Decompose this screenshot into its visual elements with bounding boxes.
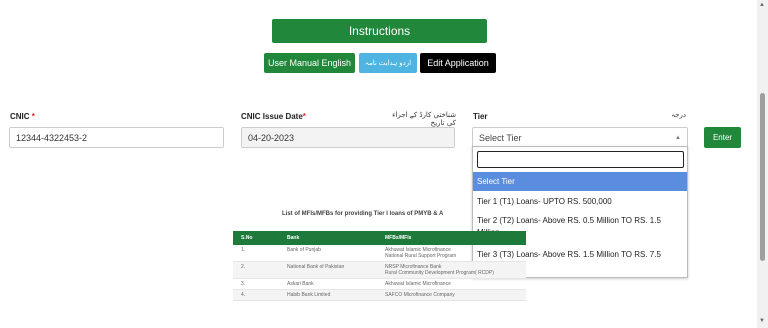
user-manual-urdu-button[interactable]: اردو ہدایت نامہ	[359, 53, 417, 73]
dropdown-search-input[interactable]	[477, 151, 684, 168]
table-cell: Askari Bank	[279, 278, 377, 290]
edit-application-button[interactable]: Edit Application	[420, 53, 496, 73]
column-header-sno: S.No	[233, 231, 279, 245]
required-asterisk: *	[29, 112, 35, 121]
table-row: 3. Askari Bank Akhuwat Islamic Microfina…	[233, 278, 526, 290]
table-cell: National Bank of Pakistan	[279, 261, 377, 279]
table-row: 1. Bank of Punjab Akhuwat Islamic Microf…	[233, 245, 526, 262]
cnic-issue-date-urdu-label: شناختی کارڈ کے اجراء کی تاریخ	[392, 111, 456, 127]
cnic-label-text: CNIC	[10, 112, 30, 121]
column-header-mfbs: MFBs/MFIs	[377, 231, 526, 245]
table-cell: 3.	[233, 278, 279, 290]
tier-urdu-label: درجہ	[671, 111, 686, 119]
table-row: 2. National Bank of Pakistan NRSP Microf…	[233, 261, 526, 279]
required-asterisk: *	[302, 112, 306, 121]
table-cell: 4.	[233, 289, 279, 301]
table-cell: Akhuwat Islamic Microfinance National Ru…	[377, 245, 526, 262]
scrollbar-thumb[interactable]	[760, 93, 765, 261]
table-cell: Bank of Punjab	[279, 245, 377, 262]
cnic-issue-date-value: 04-20-2023	[248, 132, 295, 143]
cnic-label: CNIC *	[10, 112, 35, 121]
enter-button[interactable]: Enter	[704, 127, 741, 148]
table-cell: SAFCO Microfinance Company	[377, 289, 526, 301]
tier-select[interactable]: Select Tier ▲	[472, 127, 688, 148]
cnic-field[interactable]: 12344-4322453-2	[9, 127, 224, 148]
cnic-value: 12344-4322453-2	[16, 132, 88, 143]
dropdown-option-select-tier[interactable]: Select Tier	[473, 172, 687, 191]
table-row: 4. Habib Bank Limited SAFCO Microfinance…	[233, 289, 526, 301]
cnic-issue-date-label-text: CNIC Issue Date	[241, 112, 303, 121]
user-manual-english-button[interactable]: User Manual English	[264, 53, 355, 73]
table-cell: 1.	[233, 245, 279, 262]
mfi-list-caption: List of MFIs/MFBs for providing Tier I l…	[282, 211, 444, 217]
scroll-down-arrow-icon[interactable]: ▼	[759, 318, 765, 324]
mfi-table: S.No Bank MFBs/MFIs 1. Bank of Punjab Ak…	[233, 231, 526, 301]
tier-label: Tier	[473, 112, 488, 121]
table-cell: Akhuwat Islamic Microfinance	[377, 278, 526, 290]
table-cell: 2.	[233, 261, 279, 279]
table-cell: NRSP Microfinance Bank Rural Community D…	[377, 261, 526, 279]
instructions-button[interactable]: Instructions	[272, 19, 487, 43]
table-header-row: S.No Bank MFBs/MFIs	[233, 231, 526, 245]
cnic-issue-date-field[interactable]: 04-20-2023	[241, 127, 455, 148]
table-cell: Habib Bank Limited	[279, 289, 377, 301]
dropdown-option-tier-1[interactable]: Tier 1 (T1) Loans- UPTO RS. 500,000	[473, 193, 687, 211]
tier-select-value: Select Tier	[479, 132, 522, 143]
scroll-up-arrow-icon[interactable]: ▲	[759, 2, 765, 8]
cnic-issue-date-label: CNIC Issue Date*	[241, 112, 306, 121]
chevron-down-icon: ▲	[675, 134, 681, 141]
column-header-bank: Bank	[279, 231, 377, 245]
